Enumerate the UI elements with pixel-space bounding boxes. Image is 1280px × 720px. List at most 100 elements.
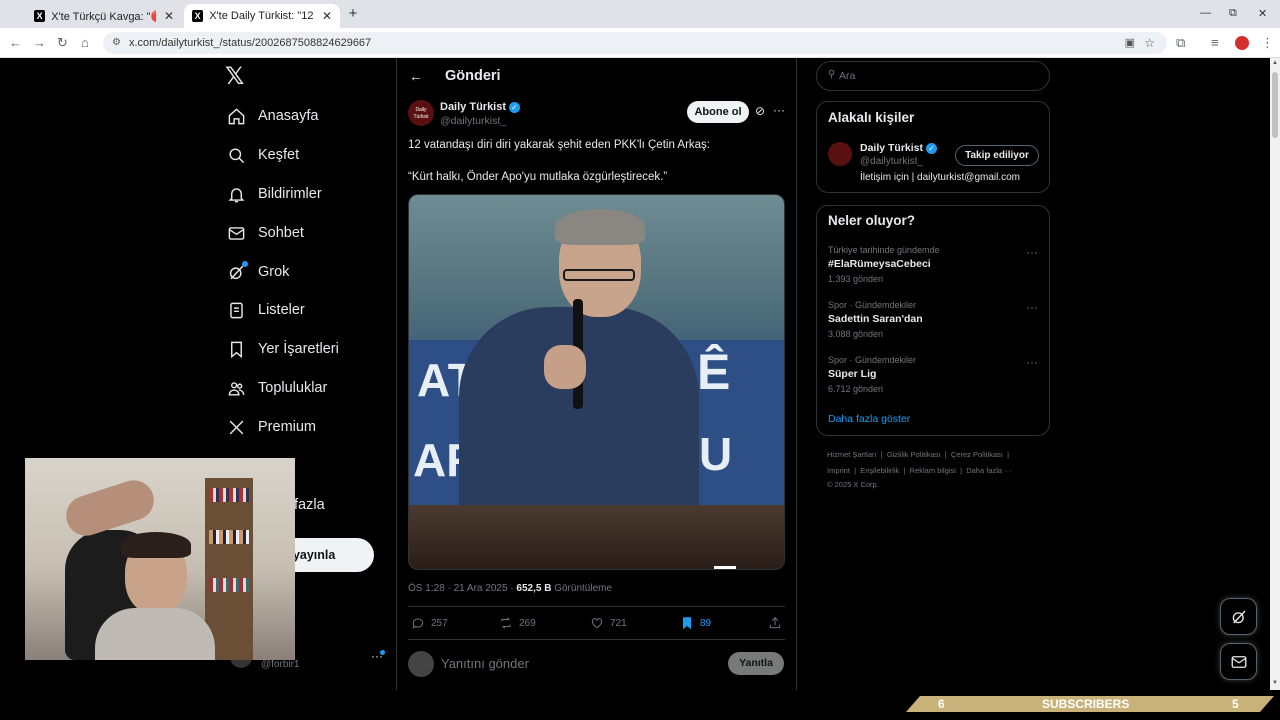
scrollbar-track[interactable]: [1270, 58, 1280, 690]
site-info-icon[interactable]: ⚙: [112, 32, 121, 54]
grok-explain-icon[interactable]: ⊘: [755, 104, 765, 118]
close-window-button[interactable]: ✕: [1258, 7, 1267, 20]
author-name-row[interactable]: Daily Türkist ✓: [440, 101, 521, 113]
post-text-line-1: 12 vatandaşı diri diri yakarak şehit ede…: [408, 139, 710, 151]
reply-submit-button[interactable]: Yanıtla: [728, 652, 784, 675]
divider: [408, 606, 785, 607]
back-arrow-icon[interactable]: ←: [409, 68, 423, 84]
trend-more-icon[interactable]: ···: [1026, 300, 1038, 314]
repost-icon: [501, 617, 511, 629]
search-placeholder: Ara: [839, 70, 856, 82]
bookmark-star-icon[interactable]: ☆: [1144, 32, 1155, 54]
account-handle: @forbir1: [261, 659, 300, 670]
repost-count: 269: [519, 617, 536, 629]
footer-links-2[interactable]: Imprint | Erişilebilirlik | Reklam bilgi…: [827, 466, 1012, 475]
x-logo-icon[interactable]: 𝕏: [225, 62, 244, 91]
nav-item-bookmarks[interactable]: Yer İşaretleri: [226, 334, 339, 364]
scroll-up-icon[interactable]: ▲: [1272, 60, 1278, 66]
subscriber-counter-bar: 6 SUBSCRIBERS 5: [906, 696, 1274, 712]
nav-item-communities[interactable]: Topluluklar: [226, 373, 327, 403]
author-avatar[interactable]: Daily Türkist: [408, 100, 434, 126]
show-more-link[interactable]: Daha fazla göster: [828, 413, 910, 425]
scrollbar-thumb[interactable]: [1272, 72, 1278, 138]
mail-icon: [1231, 655, 1246, 668]
divider: [408, 639, 785, 640]
verified-badge-icon: ✓: [926, 142, 938, 154]
trend-count: 6.712 gönderi: [828, 384, 884, 394]
repost-button[interactable]: 269: [499, 616, 536, 630]
related-avatar[interactable]: [828, 142, 852, 166]
grok-icon: [1232, 610, 1245, 623]
trend-more-icon[interactable]: ···: [1026, 245, 1038, 259]
address-bar[interactable]: ⚙ x.com/dailyturkist_/status/20026875088…: [103, 32, 1167, 54]
forward-icon[interactable]: →: [33, 35, 46, 50]
trend-count: 3.088 gönderi: [828, 329, 884, 339]
profile-avatar-icon[interactable]: [1235, 36, 1249, 50]
x-favicon-icon: X: [34, 10, 46, 22]
reply-count: 257: [431, 617, 448, 629]
nav-label: Listeler: [258, 302, 305, 318]
search-input[interactable]: ⚲ Ara: [816, 61, 1050, 91]
mail-icon: [226, 223, 246, 243]
nav-item-grok[interactable]: Grok: [226, 257, 289, 287]
trend-name: Süper Lig: [828, 368, 877, 380]
trend-item[interactable]: Türkiye tarihinde gündemde #ElaRümeysaCe…: [828, 245, 1042, 284]
post-media-video[interactable]: ATÎK Ê AR U: [408, 194, 785, 570]
more-options-icon[interactable]: ···: [773, 103, 785, 117]
author-name: Daily Türkist: [440, 101, 507, 113]
bookmark-button[interactable]: 89: [680, 616, 711, 630]
nav-item-explore[interactable]: Keşfet: [226, 140, 299, 170]
share-button[interactable]: [768, 616, 788, 630]
related-name: Daily Türkist: [860, 142, 924, 154]
browser-menu-icon[interactable]: ⋮: [1261, 35, 1274, 51]
reload-icon[interactable]: ↻: [57, 35, 68, 51]
tab-close-icon[interactable]: ✕: [322, 9, 332, 23]
reply-input[interactable]: Yanıtını gönder: [441, 656, 529, 671]
person-shirt: [95, 608, 215, 660]
speaker-glasses: [563, 269, 635, 281]
nav-item-notifications[interactable]: Bildirimler: [226, 179, 322, 209]
extensions-icon[interactable]: ⧉: [1176, 35, 1185, 51]
following-button[interactable]: Takip ediliyor: [955, 145, 1039, 166]
footer-links-1[interactable]: Hizmet Şartları | Gizlilik Politikası | …: [827, 450, 1009, 459]
messages-floating-button[interactable]: [1220, 643, 1257, 680]
nav-label: Keşfet: [258, 147, 300, 163]
nav-item-lists[interactable]: Listeler: [226, 295, 305, 325]
notification-dot: [380, 650, 385, 655]
tab-close-icon[interactable]: ✕: [164, 9, 174, 23]
home-icon: [226, 106, 246, 126]
trend-item[interactable]: Spor · Gündemdekiler Süper Lig 6.712 gön…: [828, 355, 1042, 394]
grok-icon: [226, 261, 248, 282]
verified-badge-icon: ✓: [509, 101, 521, 113]
reply-avatar: [408, 651, 434, 677]
related-name-row[interactable]: Daily Türkist ✓: [860, 142, 938, 154]
post-views-label: Görüntüleme: [551, 583, 613, 594]
reply-button[interactable]: 257: [411, 616, 448, 630]
home-browser-icon[interactable]: ⌂: [81, 35, 89, 50]
search-icon: [226, 145, 246, 165]
audience: [409, 505, 784, 569]
nav-item-messages[interactable]: Sohbet: [226, 218, 304, 248]
install-app-icon[interactable]: ▣: [1125, 32, 1135, 54]
new-tab-button[interactable]: +: [345, 6, 361, 22]
nav-item-premium[interactable]: Premium: [226, 412, 316, 442]
trend-name: #ElaRümeysaCebeci: [828, 258, 931, 270]
subscribe-button[interactable]: Abone ol: [687, 101, 749, 123]
back-icon[interactable]: ←: [9, 35, 22, 50]
post-text-line-2: “Kürt halkı, Önder Apo'yu mutlaka özgürl…: [408, 171, 668, 183]
like-button[interactable]: 721: [590, 616, 627, 630]
trend-more-icon[interactable]: ···: [1026, 355, 1038, 369]
bookmark-filled-icon: [683, 617, 691, 630]
maximize-button[interactable]: ⧉: [1229, 7, 1237, 20]
x-icon: [226, 417, 246, 437]
media-icon[interactable]: ≡: [1211, 35, 1219, 50]
browser-tab-active[interactable]: X X'te Daily Türkist: "12 vatandaşı ✕: [184, 4, 340, 28]
trend-item[interactable]: Spor · Gündemdekiler Sadettin Saran'dan …: [828, 300, 1042, 339]
browser-tab[interactable]: X X'te Türkçü Kavga: "🔴 | Müsta ✕: [26, 4, 182, 28]
scroll-down-icon[interactable]: ▼: [1272, 680, 1278, 686]
trend-count: 1.393 gönderi: [828, 274, 884, 284]
minimize-button[interactable]: —: [1200, 7, 1211, 19]
grok-floating-button[interactable]: [1220, 598, 1257, 635]
nav-item-more[interactable]: fazla: [294, 490, 325, 520]
nav-item-home[interactable]: Anasayfa: [226, 101, 318, 131]
